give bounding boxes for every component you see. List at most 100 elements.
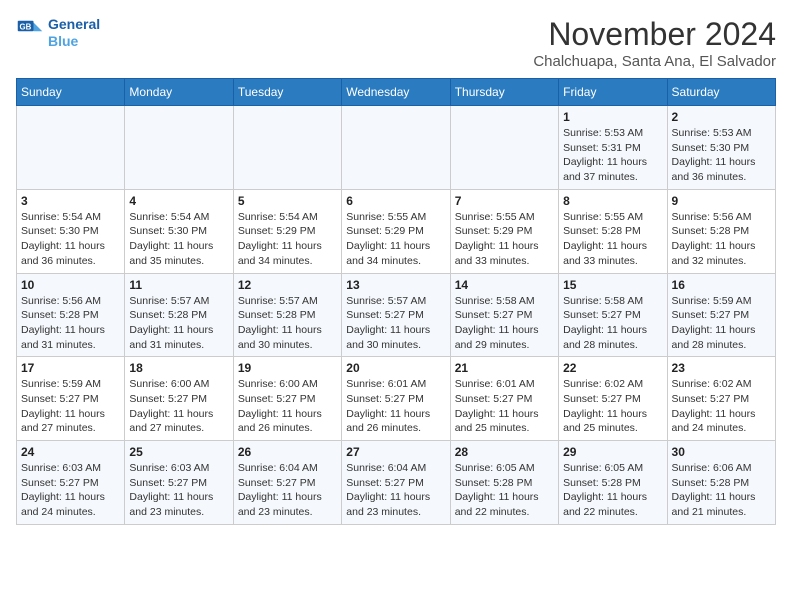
day-number: 19	[238, 361, 337, 375]
calendar-body: 1Sunrise: 5:53 AMSunset: 5:31 PMDaylight…	[17, 106, 776, 525]
calendar-cell: 5 Sunrise: 5:54 AMSunset: 5:29 PMDaylight…	[233, 189, 341, 273]
day-info: Sunrise: 5:55 AMSunset: 5:28 PMDaylight:…	[563, 210, 662, 269]
day-info: Sunrise: 6:03 AMSunset: 5:27 PMDaylight:…	[21, 461, 120, 520]
day-number: 27	[346, 445, 445, 459]
calendar-cell: 29 Sunrise: 6:05 AMSunset: 5:28 PMDayligh…	[559, 441, 667, 525]
day-number: 18	[129, 361, 228, 375]
day-info: Sunrise: 5:54 AMSunset: 5:29 PMDaylight:…	[238, 210, 337, 269]
calendar-header: SundayMondayTuesdayWednesdayThursdayFrid…	[17, 79, 776, 106]
day-info: Sunrise: 5:53 AMSunset: 5:31 PMDaylight:…	[563, 126, 662, 185]
day-number: 29	[563, 445, 662, 459]
day-info: Sunrise: 5:53 AMSunset: 5:30 PMDaylight:…	[672, 126, 771, 185]
day-info: Sunrise: 5:54 AMSunset: 5:30 PMDaylight:…	[21, 210, 120, 269]
header-day-friday: Friday	[559, 79, 667, 106]
calendar-cell	[17, 106, 125, 190]
header-day-sunday: Sunday	[17, 79, 125, 106]
header-row: SundayMondayTuesdayWednesdayThursdayFrid…	[17, 79, 776, 106]
location-subtitle: Chalchuapa, Santa Ana, El Salvador	[533, 53, 776, 70]
calendar-cell: 3 Sunrise: 5:54 AMSunset: 5:30 PMDaylight…	[17, 189, 125, 273]
page-header: GB General Blue November 2024 Chalchuapa…	[16, 16, 776, 70]
month-year-title: November 2024	[533, 16, 776, 53]
calendar-cell: 9Sunrise: 5:56 AMSunset: 5:28 PMDaylight…	[667, 189, 775, 273]
day-info: Sunrise: 6:02 AMSunset: 5:27 PMDaylight:…	[563, 377, 662, 436]
svg-text:GB: GB	[20, 22, 32, 31]
day-info: Sunrise: 5:57 AMSunset: 5:28 PMDaylight:…	[238, 294, 337, 353]
day-number: 6	[346, 194, 445, 208]
day-info: Sunrise: 5:57 AMSunset: 5:28 PMDaylight:…	[129, 294, 228, 353]
calendar-cell: 2Sunrise: 5:53 AMSunset: 5:30 PMDaylight…	[667, 106, 775, 190]
calendar-cell	[450, 106, 558, 190]
calendar-cell: 19 Sunrise: 6:00 AMSunset: 5:27 PMDayligh…	[233, 357, 341, 441]
day-info: Sunrise: 6:04 AMSunset: 5:27 PMDaylight:…	[238, 461, 337, 520]
calendar-cell: 10 Sunrise: 5:56 AMSunset: 5:28 PMDayligh…	[17, 273, 125, 357]
day-info: Sunrise: 6:01 AMSunset: 5:27 PMDaylight:…	[346, 377, 445, 436]
day-number: 15	[563, 278, 662, 292]
calendar-cell	[342, 106, 450, 190]
day-info: Sunrise: 6:00 AMSunset: 5:27 PMDaylight:…	[129, 377, 228, 436]
calendar-cell: 18 Sunrise: 6:00 AMSunset: 5:27 PMDayligh…	[125, 357, 233, 441]
calendar-cell: 13 Sunrise: 5:57 AMSunset: 5:27 PMDayligh…	[342, 273, 450, 357]
calendar-cell: 11 Sunrise: 5:57 AMSunset: 5:28 PMDayligh…	[125, 273, 233, 357]
calendar-cell: 20 Sunrise: 6:01 AMSunset: 5:27 PMDayligh…	[342, 357, 450, 441]
day-number: 26	[238, 445, 337, 459]
day-info: Sunrise: 6:00 AMSunset: 5:27 PMDaylight:…	[238, 377, 337, 436]
day-info: Sunrise: 5:58 AMSunset: 5:27 PMDaylight:…	[563, 294, 662, 353]
day-number: 17	[21, 361, 120, 375]
day-info: Sunrise: 6:03 AMSunset: 5:27 PMDaylight:…	[129, 461, 228, 520]
day-number: 25	[129, 445, 228, 459]
day-number: 8	[563, 194, 662, 208]
day-info: Sunrise: 5:55 AMSunset: 5:29 PMDaylight:…	[346, 210, 445, 269]
calendar-cell: 17 Sunrise: 5:59 AMSunset: 5:27 PMDayligh…	[17, 357, 125, 441]
calendar-cell: 23Sunrise: 6:02 AMSunset: 5:27 PMDayligh…	[667, 357, 775, 441]
calendar-cell: 30Sunrise: 6:06 AMSunset: 5:28 PMDayligh…	[667, 441, 775, 525]
day-info: Sunrise: 6:04 AMSunset: 5:27 PMDaylight:…	[346, 461, 445, 520]
calendar-cell: 22Sunrise: 6:02 AMSunset: 5:27 PMDayligh…	[559, 357, 667, 441]
calendar-cell: 28Sunrise: 6:05 AMSunset: 5:28 PMDayligh…	[450, 441, 558, 525]
week-row-1: 1Sunrise: 5:53 AMSunset: 5:31 PMDaylight…	[17, 106, 776, 190]
calendar-cell	[233, 106, 341, 190]
day-info: Sunrise: 5:56 AMSunset: 5:28 PMDaylight:…	[21, 294, 120, 353]
day-info: Sunrise: 5:54 AMSunset: 5:30 PMDaylight:…	[129, 210, 228, 269]
day-number: 28	[455, 445, 554, 459]
day-info: Sunrise: 6:05 AMSunset: 5:28 PMDaylight:…	[563, 461, 662, 520]
day-number: 23	[672, 361, 771, 375]
calendar-table: SundayMondayTuesdayWednesdayThursdayFrid…	[16, 78, 776, 525]
week-row-4: 17 Sunrise: 5:59 AMSunset: 5:27 PMDayligh…	[17, 357, 776, 441]
day-info: Sunrise: 5:57 AMSunset: 5:27 PMDaylight:…	[346, 294, 445, 353]
logo-text: General Blue	[48, 16, 100, 50]
calendar-cell: 7 Sunrise: 5:55 AMSunset: 5:29 PMDaylight…	[450, 189, 558, 273]
calendar-cell: 25 Sunrise: 6:03 AMSunset: 5:27 PMDayligh…	[125, 441, 233, 525]
day-info: Sunrise: 6:01 AMSunset: 5:27 PMDaylight:…	[455, 377, 554, 436]
calendar-cell: 24 Sunrise: 6:03 AMSunset: 5:27 PMDayligh…	[17, 441, 125, 525]
calendar-cell: 8 Sunrise: 5:55 AMSunset: 5:28 PMDaylight…	[559, 189, 667, 273]
calendar-cell: 1Sunrise: 5:53 AMSunset: 5:31 PMDaylight…	[559, 106, 667, 190]
calendar-cell: 12Sunrise: 5:57 AMSunset: 5:28 PMDayligh…	[233, 273, 341, 357]
day-number: 16	[672, 278, 771, 292]
day-number: 5	[238, 194, 337, 208]
calendar-cell	[125, 106, 233, 190]
day-number: 4	[129, 194, 228, 208]
calendar-cell: 26 Sunrise: 6:04 AMSunset: 5:27 PMDayligh…	[233, 441, 341, 525]
day-info: Sunrise: 5:55 AMSunset: 5:29 PMDaylight:…	[455, 210, 554, 269]
day-number: 10	[21, 278, 120, 292]
day-number: 9	[672, 194, 771, 208]
day-number: 3	[21, 194, 120, 208]
day-number: 7	[455, 194, 554, 208]
title-block: November 2024 Chalchuapa, Santa Ana, El …	[533, 16, 776, 70]
day-number: 11	[129, 278, 228, 292]
logo: GB General Blue	[16, 16, 100, 50]
calendar-cell: 21Sunrise: 6:01 AMSunset: 5:27 PMDayligh…	[450, 357, 558, 441]
day-number: 13	[346, 278, 445, 292]
header-day-monday: Monday	[125, 79, 233, 106]
week-row-3: 10 Sunrise: 5:56 AMSunset: 5:28 PMDayligh…	[17, 273, 776, 357]
header-day-thursday: Thursday	[450, 79, 558, 106]
day-info: Sunrise: 5:59 AMSunset: 5:27 PMDaylight:…	[672, 294, 771, 353]
day-info: Sunrise: 5:59 AMSunset: 5:27 PMDaylight:…	[21, 377, 120, 436]
header-day-wednesday: Wednesday	[342, 79, 450, 106]
day-number: 24	[21, 445, 120, 459]
day-number: 20	[346, 361, 445, 375]
week-row-5: 24 Sunrise: 6:03 AMSunset: 5:27 PMDayligh…	[17, 441, 776, 525]
day-number: 30	[672, 445, 771, 459]
calendar-cell: 15 Sunrise: 5:58 AMSunset: 5:27 PMDayligh…	[559, 273, 667, 357]
calendar-cell: 6 Sunrise: 5:55 AMSunset: 5:29 PMDaylight…	[342, 189, 450, 273]
